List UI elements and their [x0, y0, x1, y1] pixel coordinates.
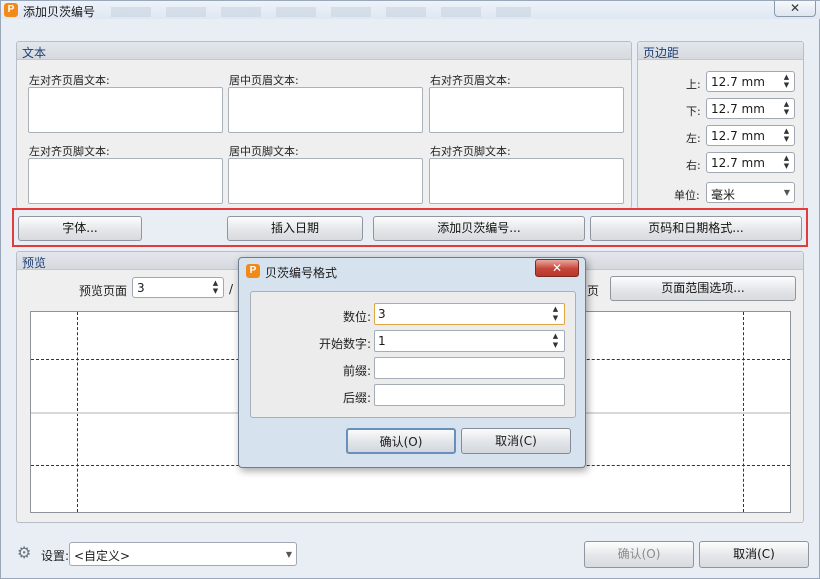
spinner-arrows-icon[interactable]: ▲ ▼	[782, 100, 791, 117]
spinner-arrows-icon[interactable]: ▲ ▼	[211, 279, 220, 296]
ok-button[interactable]: 确认(O)	[584, 541, 694, 568]
header-right-textarea[interactable]	[429, 87, 624, 133]
preview-page-label: 预览页面	[79, 284, 128, 298]
dialog-cancel-button[interactable]: 取消(C)	[461, 428, 571, 454]
window-close-button[interactable]: ✕	[774, 1, 816, 17]
footer-right-textarea[interactable]	[429, 158, 624, 204]
spinner-arrows-icon[interactable]: ▲ ▼	[782, 154, 791, 171]
cancel-button[interactable]: 取消(C)	[699, 541, 809, 568]
margin-bottom-spinner[interactable]: 12.7 mm ▲ ▼	[706, 98, 795, 119]
page-separator: /	[229, 282, 234, 296]
dialog-ok-button[interactable]: 确认(O)	[346, 428, 456, 454]
foxit-logo-icon: P	[246, 264, 260, 278]
page-date-format-button[interactable]: 页码和日期格式...	[590, 216, 802, 241]
page-suffix: 页	[587, 284, 600, 298]
header-left-label: 左对齐页眉文本:	[29, 74, 110, 87]
window-title: 添加贝茨编号	[23, 5, 96, 19]
margin-top-label: 上:	[686, 78, 701, 91]
spinner-arrows-icon[interactable]: ▲ ▼	[551, 305, 560, 323]
header-center-label: 居中页眉文本:	[229, 74, 299, 87]
start-number-label: 开始数字:	[319, 337, 372, 351]
chevron-down-icon: ▼	[783, 188, 790, 197]
footer-center-textarea[interactable]	[228, 158, 423, 204]
footer-center-label: 居中页脚文本:	[229, 145, 299, 158]
margin-left-label: 左:	[686, 132, 701, 145]
margin-top-spinner[interactable]: 12.7 mm ▲ ▼	[706, 71, 795, 92]
margin-bottom-label: 下:	[686, 105, 701, 118]
page-range-options-button[interactable]: 页面范围选项...	[610, 276, 796, 301]
margin-right-label: 右:	[686, 159, 701, 172]
digits-label: 数位:	[343, 310, 372, 324]
spinner-arrows-icon[interactable]: ▲ ▼	[551, 332, 560, 350]
spinner-arrows-icon[interactable]: ▲ ▼	[782, 127, 791, 144]
settings-select[interactable]: <自定义> ▼	[69, 542, 297, 566]
background-tabs	[111, 7, 531, 17]
prefix-label: 前缀:	[343, 364, 372, 378]
preview-group-title: 预览	[22, 256, 47, 270]
header-center-textarea[interactable]	[228, 87, 423, 133]
bates-format-dialog: P 贝茨编号格式 ✕ 数位: 3 ▲ ▼ 开始数字: 1 ▲ ▼ 前缀: 后缀: 确…	[238, 257, 586, 468]
unit-select[interactable]: 毫米 ▼	[706, 182, 795, 203]
header-left-textarea[interactable]	[28, 87, 223, 133]
dialog-close-button[interactable]: ✕	[535, 259, 579, 277]
dialog-title: 贝茨编号格式	[265, 266, 338, 280]
gear-icon: ⚙	[17, 543, 32, 562]
unit-label: 单位:	[674, 189, 700, 202]
preview-page-spinner[interactable]: 3 ▲ ▼	[132, 277, 224, 298]
suffix-input[interactable]	[374, 384, 565, 406]
margin-right-spinner[interactable]: 12.7 mm ▲ ▼	[706, 152, 795, 173]
spinner-arrows-icon[interactable]: ▲ ▼	[782, 73, 791, 90]
footer-right-label: 右对齐页脚文本:	[430, 145, 511, 158]
add-bates-button[interactable]: 添加贝茨编号...	[373, 216, 585, 241]
settings-label: 设置:	[41, 549, 70, 563]
footer-left-textarea[interactable]	[28, 158, 223, 204]
margin-group-title: 页边距	[643, 46, 680, 60]
margin-left-spinner[interactable]: 12.7 mm ▲ ▼	[706, 125, 795, 146]
start-number-spinner[interactable]: 1 ▲ ▼	[374, 330, 565, 352]
prefix-input[interactable]	[374, 357, 565, 379]
digits-spinner[interactable]: 3 ▲ ▼	[374, 303, 565, 325]
footer-left-label: 左对齐页脚文本:	[29, 145, 110, 158]
text-group-title: 文本	[22, 46, 47, 60]
header-right-label: 右对齐页眉文本:	[430, 74, 511, 87]
suffix-label: 后缀:	[343, 391, 372, 405]
foxit-logo-icon: P	[4, 3, 18, 17]
chevron-down-icon: ▼	[285, 550, 292, 559]
font-button[interactable]: 字体...	[18, 216, 142, 241]
title-bar: P 添加贝茨编号 ✕	[1, 1, 820, 19]
insert-date-button[interactable]: 插入日期	[227, 216, 363, 241]
